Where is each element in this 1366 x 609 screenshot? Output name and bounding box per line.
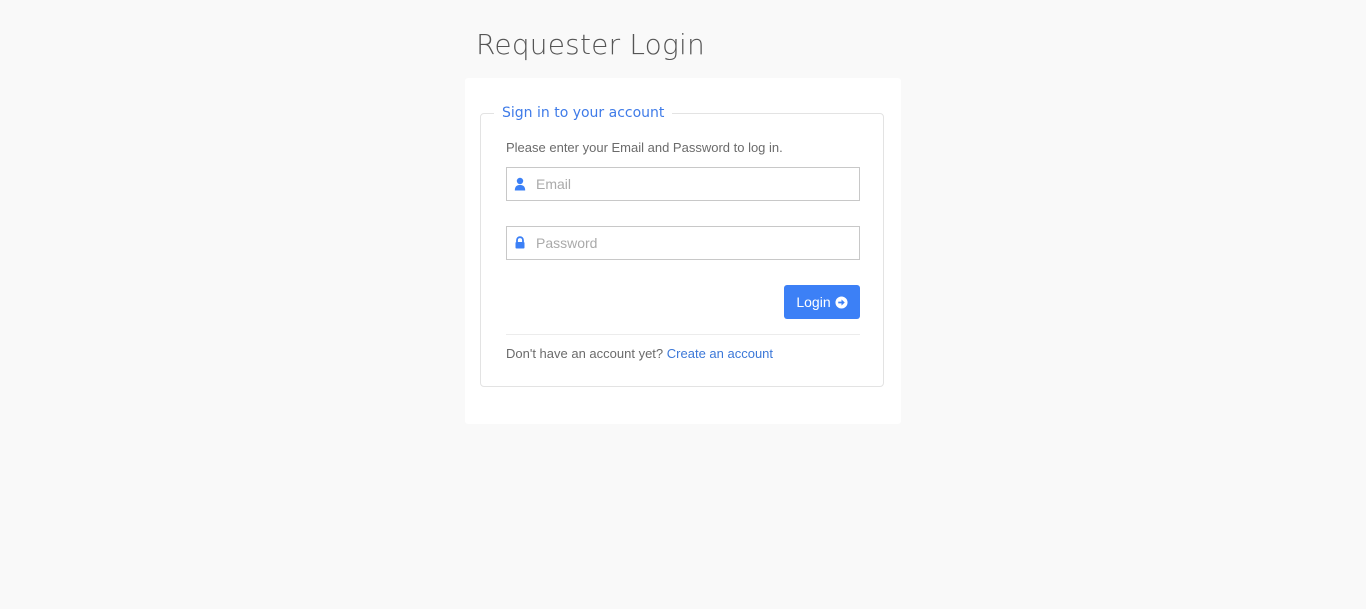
login-button[interactable]: Login bbox=[784, 285, 860, 319]
page-title: Requester Login bbox=[476, 28, 705, 61]
form-divider bbox=[506, 334, 860, 335]
password-field-group[interactable] bbox=[506, 226, 860, 260]
lock-icon bbox=[515, 236, 525, 249]
login-instructions: Please enter your Email and Password to … bbox=[506, 140, 783, 155]
create-account-link[interactable]: Create an account bbox=[667, 346, 773, 361]
email-input[interactable] bbox=[536, 168, 856, 200]
login-button-label: Login bbox=[796, 294, 831, 310]
fieldset-legend: Sign in to your account bbox=[494, 104, 673, 122]
user-icon bbox=[514, 177, 526, 191]
signup-prompt-row: Don't have an account yet? Create an acc… bbox=[506, 346, 773, 361]
signup-prompt: Don't have an account yet? bbox=[506, 346, 664, 361]
password-input[interactable] bbox=[536, 227, 856, 259]
arrow-circle-right-icon bbox=[835, 295, 848, 309]
login-card: Sign in to your account Please enter you… bbox=[465, 78, 901, 424]
login-fieldset: Sign in to your account Please enter you… bbox=[480, 104, 884, 387]
email-field-group[interactable] bbox=[506, 167, 860, 201]
